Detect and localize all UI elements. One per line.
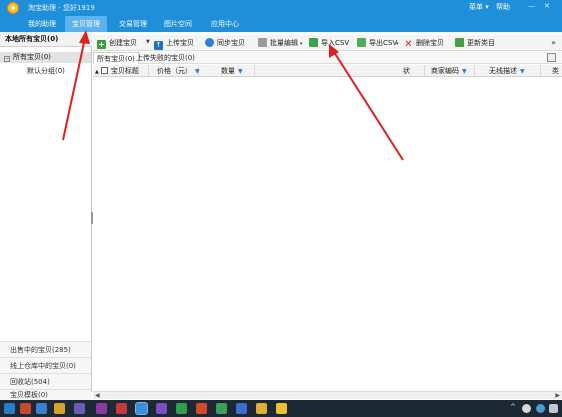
sidebar-item-recycle-bin[interactable]: 回收站(504): [0, 373, 91, 389]
taskbar-app-icon[interactable]: [156, 403, 167, 414]
batch-edit-button[interactable]: 批量编辑: [258, 37, 298, 49]
taskbar-app-icon[interactable]: [176, 403, 187, 414]
nav-tab-item-management[interactable]: 宝贝管理: [65, 16, 107, 32]
filter-icon[interactable]: ▼: [238, 68, 243, 75]
export-csv-dropdown-icon[interactable]: ▾: [396, 41, 399, 47]
nav-tab-image-space[interactable]: 图片空间: [158, 16, 198, 32]
taskbar-app-icon[interactable]: [256, 403, 267, 414]
update-category-button[interactable]: 更新类目: [455, 37, 495, 49]
taobao-logo-icon: [7, 2, 19, 14]
item-filter-tabs: 所有宝贝(0) 上传失败的宝贝(0): [93, 52, 562, 64]
item-table-body[interactable]: [93, 78, 562, 391]
taskbar-app-icon[interactable]: [74, 403, 85, 414]
sidebar: 本地所有宝贝(0) − 所有宝贝(0) 默认分组(0) 出售中的宝贝(285) 线…: [0, 32, 92, 400]
batch-edit-label: 批量编辑: [270, 39, 298, 47]
scroll-left-icon[interactable]: ◀: [95, 392, 100, 400]
filter-icon[interactable]: ▼: [462, 68, 467, 75]
network-icon[interactable]: [522, 404, 531, 413]
filter-icon[interactable]: ▼: [520, 68, 525, 75]
edit-columns-icon[interactable]: [547, 53, 556, 62]
delete-item-label: 删除宝贝: [416, 39, 444, 47]
create-item-button[interactable]: + 创建宝贝: [97, 37, 137, 49]
nav-tab-app-center[interactable]: 应用中心: [205, 16, 245, 32]
scroll-right-icon[interactable]: ▶: [555, 392, 560, 400]
column-title[interactable]: ▲ 宝贝标题: [93, 65, 149, 77]
import-csv-label: 导入CSV: [321, 39, 350, 47]
column-mobile-description[interactable]: 无线描述 ▼: [475, 65, 541, 77]
action-center-icon[interactable]: [549, 404, 558, 413]
select-all-checkbox[interactable]: [100, 67, 108, 74]
export-csv-label: 导出CSV: [369, 39, 398, 47]
main-nav: 我的助理 宝贝管理 交易管理 图片空间 应用中心: [0, 16, 562, 32]
column-title-label: 宝贝标题: [110, 67, 139, 75]
column-status[interactable]: 状: [255, 65, 425, 77]
sidebar-header: 本地所有宝贝(0): [0, 32, 92, 47]
export-csv-icon: [357, 38, 366, 47]
upload-dropdown-icon[interactable]: ▼: [146, 39, 150, 45]
sidebar-item-warehouse[interactable]: 线上仓库中的宝贝(0): [0, 357, 91, 373]
update-category-label: 更新类目: [467, 39, 495, 47]
taskbar-app-icon[interactable]: [135, 402, 148, 415]
column-quantity[interactable]: 数量 ▼: [199, 65, 255, 77]
window-title: 淘宝助理 - 您好1919: [28, 4, 95, 12]
start-icon[interactable]: [4, 403, 15, 414]
update-category-icon: [455, 38, 464, 47]
upload-item-button[interactable]: ↑ 上传宝贝: [154, 37, 194, 50]
import-csv-button[interactable]: 导入CSV: [309, 37, 349, 49]
toolbar: + 创建宝贝 ▼ ↑ 上传宝贝 同步宝贝 批量编辑 ▾ 导入CSV 导出CSV ▾ …: [93, 35, 562, 51]
nav-tab-my-assistant[interactable]: 我的助理: [22, 16, 62, 32]
taskbar-app-icon[interactable]: [276, 403, 287, 414]
tray-arrow-icon[interactable]: ^: [510, 403, 516, 411]
taskbar-app-icon[interactable]: [36, 403, 47, 414]
close-button[interactable]: ✕: [544, 2, 550, 10]
sync-item-label: 同步宝贝: [217, 39, 245, 47]
create-item-label: 创建宝贝: [109, 39, 137, 47]
column-price-label: 价格（元）: [157, 67, 192, 75]
taskbar-app-icon[interactable]: [96, 403, 107, 414]
column-price[interactable]: 价格（元） ▼: [149, 65, 200, 77]
tree-item-label: 所有宝贝(0): [13, 53, 51, 61]
taskbar-app-icon[interactable]: [116, 403, 127, 414]
sidebar-item-templates[interactable]: 宝贝模板(0): [0, 389, 91, 400]
title-bar: 淘宝助理 - 您好1919 菜单 ▾ 帮助 — ✕: [0, 0, 562, 16]
sync-item-button[interactable]: 同步宝贝: [205, 37, 245, 49]
volume-icon[interactable]: [536, 404, 545, 413]
menu-button[interactable]: 菜单 ▾: [469, 2, 489, 12]
export-csv-button[interactable]: 导出CSV: [357, 37, 397, 49]
delete-icon: ✕: [404, 39, 413, 50]
tree-item-default-group[interactable]: 默认分组(0): [27, 66, 65, 77]
batch-edit-icon: [258, 38, 267, 47]
column-quantity-label: 数量: [221, 67, 235, 75]
taskbar-app-icon[interactable]: [236, 403, 247, 414]
taskbar-app-icon[interactable]: [54, 403, 65, 414]
plus-icon: +: [97, 40, 106, 49]
import-csv-icon: [309, 38, 318, 47]
column-status-label: 状: [403, 67, 410, 75]
collapse-icon[interactable]: −: [4, 56, 10, 62]
taskbar-app-icon[interactable]: [20, 403, 31, 414]
taskbar: ^: [0, 400, 562, 417]
subtab-upload-failed[interactable]: 上传失败的宝贝(0): [133, 52, 198, 64]
sync-icon: [205, 38, 214, 47]
column-merchant-code[interactable]: 商家编码 ▼: [425, 65, 475, 77]
nav-tab-trade-management[interactable]: 交易管理: [113, 16, 153, 32]
upload-icon: ↑: [154, 41, 163, 50]
taskbar-app-icon[interactable]: [216, 403, 227, 414]
toolbar-overflow-icon[interactable]: »: [551, 38, 556, 47]
column-category[interactable]: 类: [541, 65, 562, 77]
upload-item-label: 上传宝贝: [166, 39, 194, 47]
help-button[interactable]: 帮助: [496, 2, 510, 12]
column-merchant-code-label: 商家编码: [431, 67, 459, 75]
delete-item-button[interactable]: ✕ 删除宝贝: [404, 37, 444, 50]
sort-arrow-icon: ▲: [95, 69, 99, 75]
horizontal-scrollbar[interactable]: ◀ ▶: [93, 391, 562, 399]
taskbar-app-icon[interactable]: [196, 403, 207, 414]
item-table-header: ▲ 宝贝标题 价格（元） ▼ 数量 ▼ 状 商家编码 ▼ 无线描述 ▼ 类: [93, 65, 562, 77]
column-mobile-description-label: 无线描述: [489, 67, 517, 75]
sidebar-item-on-sale[interactable]: 出售中的宝贝(285): [0, 341, 91, 357]
column-category-label: 类: [552, 67, 559, 75]
tree-item-all-items[interactable]: − 所有宝贝(0): [0, 52, 91, 63]
batch-edit-dropdown-icon[interactable]: ▾: [300, 41, 303, 47]
minimize-button[interactable]: —: [528, 2, 535, 10]
